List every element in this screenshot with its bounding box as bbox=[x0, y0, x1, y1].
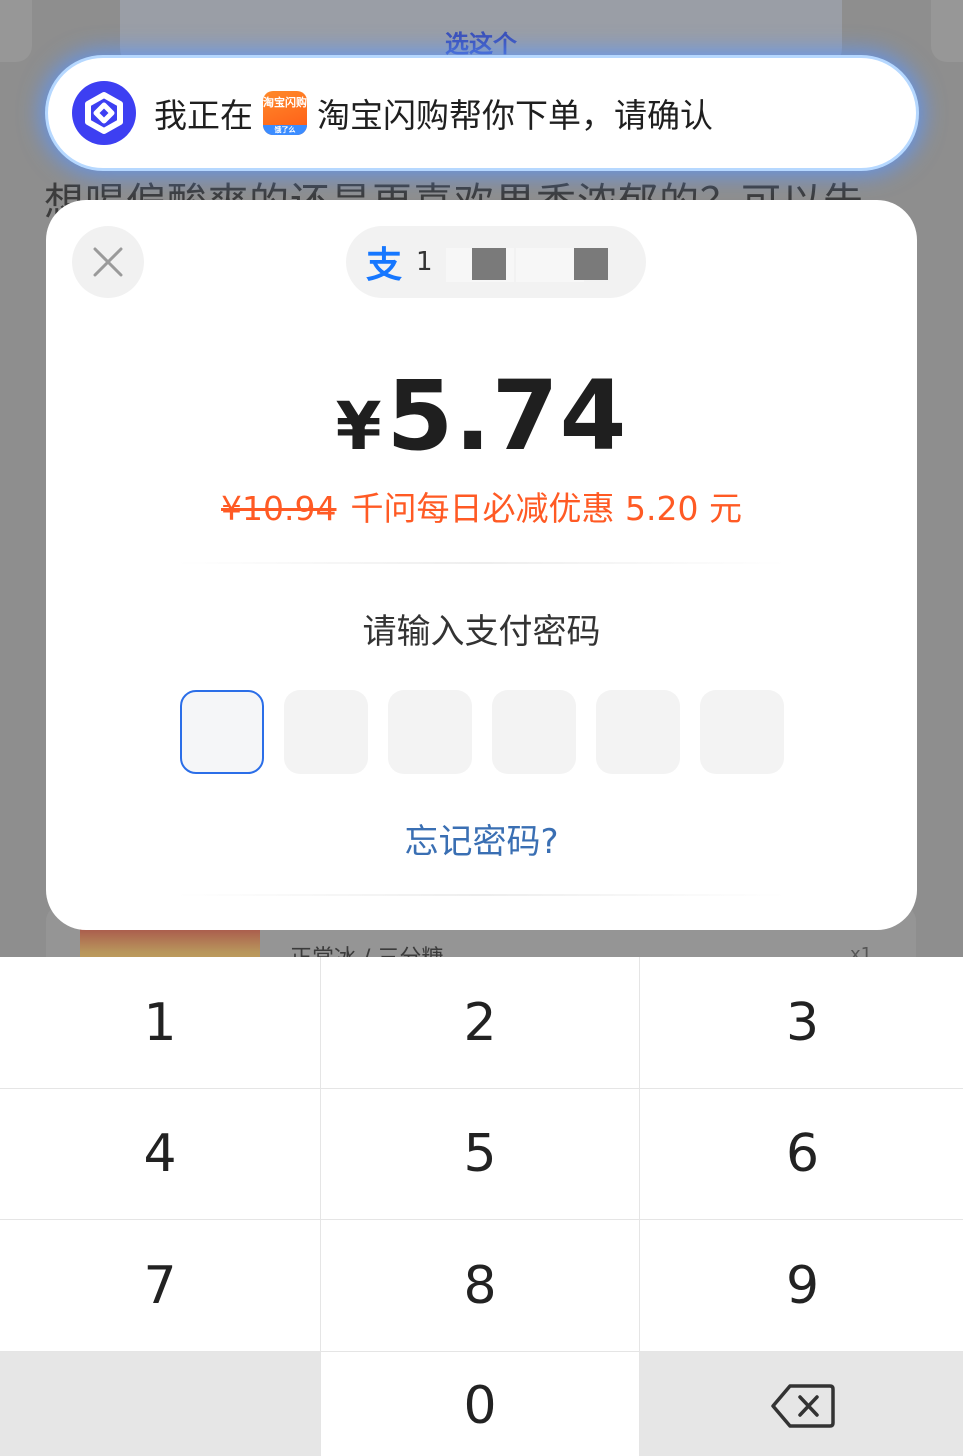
password-digit-box[interactable] bbox=[388, 690, 472, 774]
close-button[interactable] bbox=[72, 226, 144, 298]
currency-symbol: ¥ bbox=[335, 388, 383, 465]
banner-text-before: 我正在 bbox=[154, 96, 253, 135]
backspace-key[interactable] bbox=[640, 1352, 963, 1456]
forgot-password-link[interactable]: 忘记密码? bbox=[46, 814, 917, 863]
key-1[interactable]: 1 bbox=[0, 957, 320, 1088]
key-6[interactable]: 6 bbox=[640, 1089, 963, 1219]
discount-info: ¥10.94 千问每日必减优惠 5.20 元 bbox=[46, 482, 917, 530]
app-icon-strip: 饿了么 bbox=[263, 125, 307, 135]
assistant-logo-icon bbox=[72, 81, 136, 145]
password-digit-box[interactable] bbox=[700, 690, 784, 774]
account-mask-dark bbox=[472, 248, 506, 280]
taobao-flash-app-icon: 淘宝闪购 饿了么 bbox=[263, 91, 307, 135]
key-2[interactable]: 2 bbox=[321, 957, 639, 1088]
key-4[interactable]: 4 bbox=[0, 1089, 320, 1219]
amount-value: 5.74 bbox=[386, 360, 628, 472]
key-0[interactable]: 0 bbox=[321, 1352, 639, 1456]
account-mask-dark bbox=[574, 248, 608, 280]
password-input[interactable] bbox=[180, 690, 784, 774]
key-9[interactable]: 9 bbox=[640, 1220, 963, 1351]
account-number: 1 bbox=[416, 247, 433, 277]
banner-message: 我正在 淘宝闪购 饿了么 淘宝闪购帮你下单，请确认 bbox=[154, 89, 713, 137]
payment-account-selector[interactable]: 支 1 bbox=[346, 226, 646, 298]
key-blank bbox=[0, 1352, 320, 1456]
original-price: ¥10.94 bbox=[221, 489, 337, 528]
key-3[interactable]: 3 bbox=[640, 957, 963, 1088]
divider bbox=[176, 562, 787, 564]
agent-status-banner: 我正在 淘宝闪购 饿了么 淘宝闪购帮你下单，请确认 bbox=[48, 58, 916, 168]
password-digit-box[interactable] bbox=[596, 690, 680, 774]
background-option-label: 选这个 bbox=[445, 30, 517, 58]
discount-text: 千问每日必减优惠 5.20 元 bbox=[350, 489, 742, 528]
numeric-keypad: 1 2 3 4 5 6 7 8 9 0 bbox=[0, 957, 963, 1456]
close-icon bbox=[93, 247, 123, 277]
password-digit-box[interactable] bbox=[180, 690, 264, 774]
key-8[interactable]: 8 bbox=[321, 1220, 639, 1351]
key-5[interactable]: 5 bbox=[321, 1089, 639, 1219]
alipay-icon: 支 bbox=[366, 244, 403, 286]
password-digit-box[interactable] bbox=[492, 690, 576, 774]
key-7[interactable]: 7 bbox=[0, 1220, 320, 1351]
background-edge-left bbox=[0, 0, 32, 62]
background-edge-right bbox=[931, 0, 963, 62]
banner-text-after: 淘宝闪购帮你下单，请确认 bbox=[317, 96, 713, 135]
payment-sheet: 支 1 ¥5.74 ¥10.94 千问每日必减优惠 5.20 元 请输入支付密码 … bbox=[46, 200, 917, 930]
divider bbox=[176, 894, 787, 896]
password-prompt: 请输入支付密码 bbox=[362, 612, 601, 652]
app-icon-label: 淘宝闪购 bbox=[263, 96, 307, 109]
payment-amount: ¥5.74 bbox=[46, 360, 917, 472]
backspace-icon bbox=[770, 1383, 835, 1428]
password-digit-box[interactable] bbox=[284, 690, 368, 774]
